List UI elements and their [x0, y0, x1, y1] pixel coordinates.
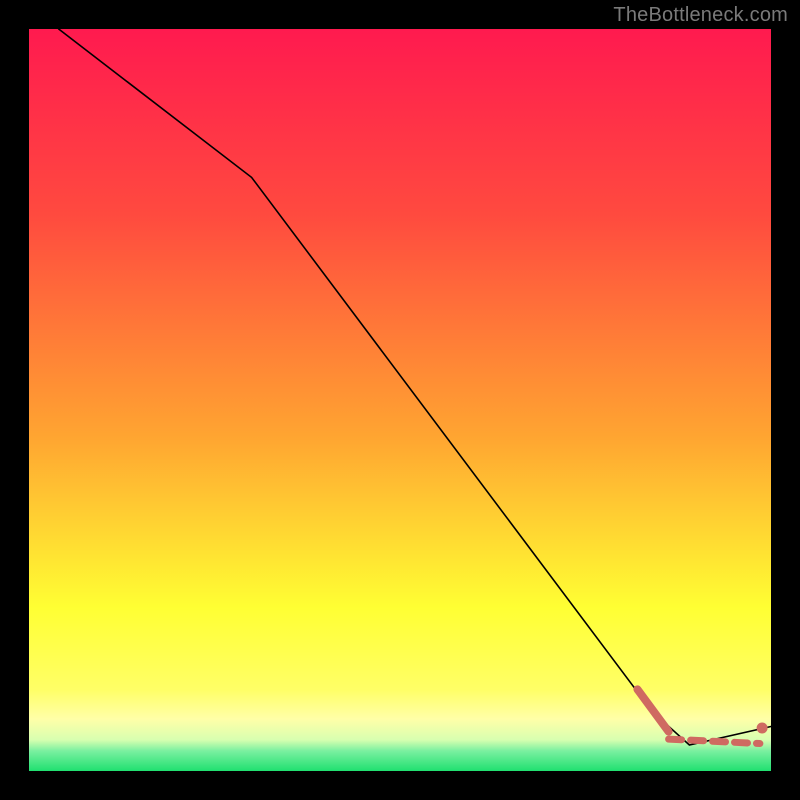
chart-stage: TheBottleneck.com — [0, 0, 800, 800]
plot-area — [29, 29, 771, 771]
watermark-text: TheBottleneck.com — [613, 4, 788, 27]
series-main-curve — [59, 29, 771, 745]
series-group — [59, 29, 771, 745]
end-marker — [757, 722, 768, 733]
lines-layer — [29, 29, 771, 771]
series-accent-tail-thick — [637, 689, 668, 731]
marker-group — [757, 722, 768, 733]
series-accent-flat-dashed — [669, 739, 760, 743]
